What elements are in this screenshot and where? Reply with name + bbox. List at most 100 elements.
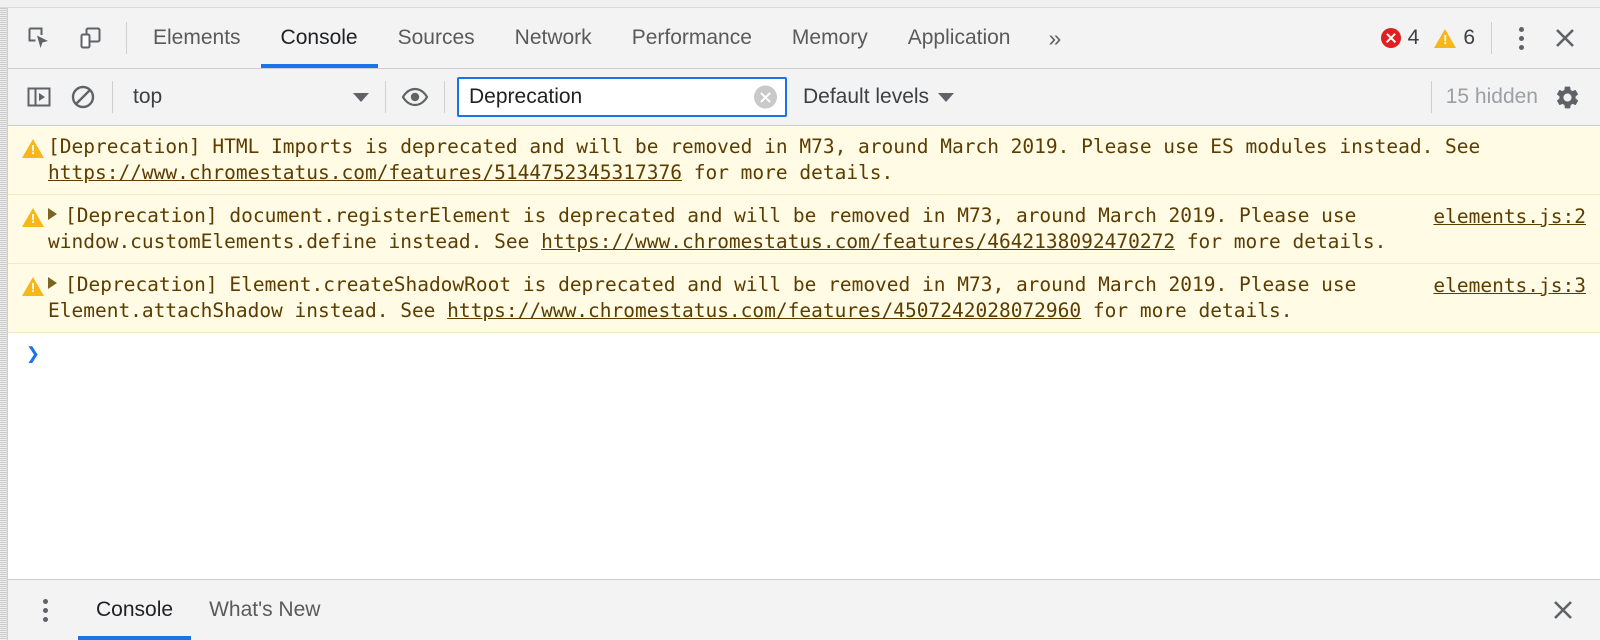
message-text: [Deprecation] HTML Imports is deprecated… bbox=[48, 134, 1590, 185]
message-text-after: for more details. bbox=[1175, 229, 1387, 253]
live-expression-button[interactable] bbox=[394, 76, 436, 118]
tab-application-label: Application bbox=[907, 26, 1011, 49]
message-text: [Deprecation] document.registerElement i… bbox=[48, 203, 1590, 254]
console-message-row[interactable]: [Deprecation] HTML Imports is deprecated… bbox=[8, 126, 1600, 195]
log-levels-selector[interactable]: Default levels bbox=[793, 79, 964, 115]
console-toolbar: top Default levels bbox=[8, 69, 1600, 126]
console-prompt-row[interactable]: ❯ bbox=[8, 333, 1600, 366]
chevron-down-icon bbox=[353, 92, 369, 102]
console-prompt-input[interactable] bbox=[48, 342, 1590, 366]
console-message-row[interactable]: [Deprecation] Element.createShadowRoot i… bbox=[8, 264, 1600, 333]
tabbar-divider bbox=[126, 22, 127, 54]
kebab-dot bbox=[42, 616, 48, 622]
filter-input-wrapper[interactable] bbox=[457, 77, 787, 117]
console-sidebar-icon bbox=[26, 84, 52, 110]
execution-context-selector[interactable]: top bbox=[121, 77, 377, 117]
warning-triangle-icon bbox=[22, 277, 44, 296]
message-source-link[interactable]: elements.js:3 bbox=[1433, 273, 1586, 299]
inspect-element-button[interactable] bbox=[18, 17, 60, 59]
drawer-menu-button[interactable] bbox=[26, 591, 64, 629]
drawer-tab-console-label: Console bbox=[96, 598, 174, 621]
tab-overflow-button[interactable]: » bbox=[1030, 8, 1079, 68]
warning-triangle-icon bbox=[22, 208, 44, 227]
close-icon bbox=[1551, 598, 1575, 622]
eye-icon bbox=[401, 86, 429, 108]
message-level-icon-cell bbox=[18, 272, 48, 296]
console-message-list[interactable]: [Deprecation] HTML Imports is deprecated… bbox=[8, 126, 1600, 579]
panel-tabs: Elements Console Sources Network Perform… bbox=[133, 8, 1079, 68]
prompt-chevron-icon: ❯ bbox=[26, 341, 40, 367]
tab-sources[interactable]: Sources bbox=[378, 8, 495, 68]
tab-network[interactable]: Network bbox=[495, 8, 612, 68]
drawer-right-group bbox=[1542, 580, 1600, 640]
message-source-link[interactable]: elements.js:2 bbox=[1433, 204, 1586, 230]
hidden-messages-count: 15 hidden bbox=[1445, 85, 1538, 108]
warning-triangle-icon bbox=[1434, 28, 1457, 48]
counter-divider bbox=[1491, 22, 1492, 54]
tab-console-label: Console bbox=[280, 26, 358, 49]
chevron-down-icon bbox=[938, 92, 955, 102]
clear-filter-icon[interactable] bbox=[754, 85, 777, 109]
close-drawer-button[interactable] bbox=[1542, 589, 1584, 631]
message-text-before: [Deprecation] HTML Imports is deprecated… bbox=[48, 135, 1481, 158]
kebab-dot bbox=[42, 598, 48, 604]
message-text: [Deprecation] Element.createShadowRoot i… bbox=[48, 272, 1590, 323]
clear-console-button[interactable] bbox=[62, 76, 104, 118]
drawer-tab-whats-new[interactable]: What's New bbox=[191, 580, 338, 640]
drawer-tabs: Console What's New bbox=[78, 580, 338, 640]
device-toolbar-icon bbox=[78, 25, 104, 51]
drawer-tab-bar: Console What's New bbox=[8, 579, 1600, 640]
console-message-row[interactable]: [Deprecation] document.registerElement i… bbox=[8, 195, 1600, 264]
console-toolbar-right: 15 hidden bbox=[1425, 76, 1588, 118]
expand-triangle-icon[interactable] bbox=[48, 277, 57, 289]
tab-performance[interactable]: Performance bbox=[612, 8, 772, 68]
close-devtools-button[interactable] bbox=[1544, 17, 1586, 59]
kebab-dot bbox=[1518, 44, 1524, 50]
message-level-icon-cell bbox=[18, 134, 48, 158]
tab-memory[interactable]: Memory bbox=[772, 8, 888, 68]
devtools-window: Elements Console Sources Network Perform… bbox=[0, 0, 1600, 640]
tab-elements[interactable]: Elements bbox=[133, 8, 261, 68]
tab-performance-label: Performance bbox=[631, 26, 752, 49]
tab-application[interactable]: Application bbox=[888, 8, 1031, 68]
console-settings-button[interactable] bbox=[1546, 76, 1588, 118]
gear-icon bbox=[1554, 84, 1581, 111]
drawer-tab-whats-new-label: What's New bbox=[209, 598, 321, 621]
log-levels-label: Default levels bbox=[803, 85, 930, 108]
filter-input[interactable] bbox=[469, 85, 749, 109]
execution-context-value: top bbox=[133, 85, 163, 108]
toolbar-divider-1 bbox=[112, 81, 113, 113]
tab-console[interactable]: Console bbox=[260, 8, 378, 68]
close-icon bbox=[1553, 26, 1577, 50]
main-tab-bar: Elements Console Sources Network Perform… bbox=[8, 8, 1600, 69]
devtools-panel: Elements Console Sources Network Perform… bbox=[8, 8, 1600, 640]
window-left-edge bbox=[0, 8, 8, 640]
kebab-dot bbox=[1518, 26, 1524, 32]
message-link[interactable]: https://www.chromestatus.com/features/45… bbox=[447, 299, 1081, 322]
tabbar-right-group: 4 6 bbox=[1375, 8, 1600, 68]
tab-elements-label: Elements bbox=[153, 26, 241, 49]
drawer-tab-console[interactable]: Console bbox=[78, 580, 192, 640]
message-level-icon-cell bbox=[18, 203, 48, 227]
main-menu-button[interactable] bbox=[1502, 19, 1540, 57]
error-warning-counter[interactable]: 4 6 bbox=[1375, 22, 1481, 54]
inspect-element-icon bbox=[26, 25, 52, 51]
double-chevron-right-icon: » bbox=[1048, 24, 1062, 51]
warning-triangle-icon bbox=[22, 139, 44, 158]
message-text-after: for more details. bbox=[1081, 298, 1293, 322]
message-text-after: for more details. bbox=[681, 160, 894, 184]
toolbar-divider-3 bbox=[444, 81, 445, 113]
device-toolbar-button[interactable] bbox=[70, 17, 112, 59]
kebab-dot bbox=[42, 607, 48, 613]
toolbar-divider-2 bbox=[385, 81, 386, 113]
console-sidebar-toggle[interactable] bbox=[18, 76, 60, 118]
error-circle-icon bbox=[1380, 28, 1401, 48]
warning-count: 6 bbox=[1463, 26, 1475, 49]
toolbar-divider-4 bbox=[1430, 81, 1432, 113]
kebab-dot bbox=[1518, 35, 1524, 41]
message-link[interactable]: https://www.chromestatus.com/features/46… bbox=[541, 230, 1175, 253]
tab-sources-label: Sources bbox=[397, 26, 475, 49]
tab-network-label: Network bbox=[514, 26, 592, 49]
expand-triangle-icon[interactable] bbox=[48, 208, 57, 220]
message-link[interactable]: https://www.chromestatus.com/features/51… bbox=[48, 161, 682, 184]
